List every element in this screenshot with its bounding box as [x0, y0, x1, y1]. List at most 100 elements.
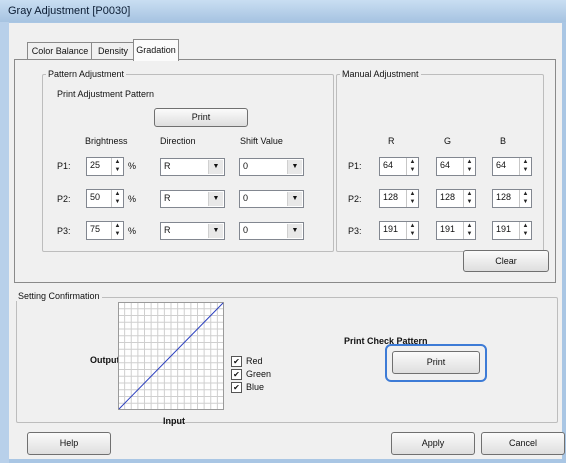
brightness-spinner-p1[interactable]: 25 ▲ ▼: [86, 157, 124, 176]
green-checkbox[interactable]: ✔: [231, 369, 242, 380]
direction-value: R: [164, 225, 171, 235]
red-checkbox[interactable]: ✔: [231, 356, 242, 367]
brightness-value: 50: [90, 192, 101, 202]
apply-button[interactable]: Apply: [391, 432, 475, 455]
manual-adjustment-label: Manual Adjustment: [340, 69, 421, 79]
direction-header: Direction: [160, 136, 196, 146]
b-header: B: [500, 136, 507, 146]
tab-density[interactable]: Density: [91, 42, 135, 60]
chevron-down-icon: ▼: [208, 160, 223, 174]
green-check-label: Green: [246, 369, 272, 379]
print-check-button-label: Print: [426, 357, 446, 367]
window-border: [0, 22, 9, 463]
red-check-label: Red: [246, 356, 263, 366]
brightness-value: 75: [90, 224, 101, 234]
b-value: 191: [496, 224, 512, 234]
b-spinner-p2[interactable]: 128 ▲ ▼: [492, 189, 532, 208]
spinner-arrows-icon[interactable]: ▲ ▼: [406, 190, 418, 207]
b-spinner-p3[interactable]: 191 ▲ ▼: [492, 221, 532, 240]
chevron-down-icon: ▼: [208, 192, 223, 206]
blue-checkbox[interactable]: ✔: [231, 382, 242, 393]
tab-label: Color Balance: [31, 46, 89, 56]
brightness-value: 25: [90, 160, 101, 170]
tab-color-balance[interactable]: Color Balance: [27, 42, 93, 60]
spinner-arrows-icon[interactable]: ▲ ▼: [463, 158, 475, 175]
pattern-adjustment-label: Pattern Adjustment: [46, 69, 127, 79]
manual-row-label: P2:: [348, 194, 362, 204]
b-value: 64: [496, 160, 507, 170]
tab-label: Gradation: [136, 45, 176, 55]
brightness-spinner-p3[interactable]: 75 ▲ ▼: [86, 221, 124, 240]
percent-label: %: [128, 226, 137, 236]
r-value: 191: [383, 224, 399, 234]
chevron-down-icon: ▼: [287, 224, 302, 238]
output-axis-label: Output: [90, 355, 120, 365]
shift-value: 0: [243, 225, 249, 235]
manual-row-label: P1:: [348, 161, 362, 171]
shift-select-p3[interactable]: 0 ▼: [239, 222, 304, 240]
help-button[interactable]: Help: [27, 432, 111, 455]
shift-select-p1[interactable]: 0 ▼: [239, 158, 304, 176]
g-spinner-p1[interactable]: 64 ▲ ▼: [436, 157, 476, 176]
help-button-label: Help: [59, 438, 79, 448]
shift-value: 0: [243, 193, 249, 203]
spinner-arrows-icon[interactable]: ▲ ▼: [463, 222, 475, 239]
spinner-arrows-icon[interactable]: ▲ ▼: [463, 190, 475, 207]
spinner-arrows-icon[interactable]: ▲ ▼: [519, 222, 531, 239]
clear-button[interactable]: Clear: [463, 250, 549, 272]
spinner-arrows-icon[interactable]: ▲ ▼: [406, 158, 418, 175]
print-pattern-button-label: Print: [191, 112, 211, 122]
direction-select-p2[interactable]: R ▼: [160, 190, 225, 208]
brightness-spinner-p2[interactable]: 50 ▲ ▼: [86, 189, 124, 208]
g-spinner-p2[interactable]: 128 ▲ ▼: [436, 189, 476, 208]
checkmark-icon: ✔: [233, 383, 240, 392]
pattern-row-label: P1:: [57, 161, 71, 171]
tab-label: Density: [97, 46, 128, 56]
spinner-arrows-icon[interactable]: ▲ ▼: [519, 190, 531, 207]
print-adjustment-pattern-label: Print Adjustment Pattern: [57, 89, 155, 99]
direction-value: R: [164, 161, 171, 171]
brightness-header: Brightness: [85, 136, 128, 146]
g-value: 64: [440, 160, 451, 170]
r-spinner-p1[interactable]: 64 ▲ ▼: [379, 157, 419, 176]
percent-label: %: [128, 161, 137, 171]
percent-label: %: [128, 194, 137, 204]
spinner-arrows-icon[interactable]: ▲ ▼: [519, 158, 531, 175]
r-spinner-p2[interactable]: 128 ▲ ▼: [379, 189, 419, 208]
spinner-arrows-icon[interactable]: ▲ ▼: [111, 190, 123, 207]
clear-button-label: Clear: [495, 256, 517, 266]
b-spinner-p1[interactable]: 64 ▲ ▼: [492, 157, 532, 176]
direction-select-p3[interactable]: R ▼: [160, 222, 225, 240]
g-value: 128: [440, 192, 456, 202]
g-header: G: [444, 136, 452, 146]
shift-select-p2[interactable]: 0 ▼: [239, 190, 304, 208]
pattern-row-label: P2:: [57, 194, 71, 204]
direction-select-p1[interactable]: R ▼: [160, 158, 225, 176]
spinner-arrows-icon[interactable]: ▲ ▼: [406, 222, 418, 239]
setting-confirmation-label: Setting Confirmation: [16, 291, 102, 301]
b-value: 128: [496, 192, 512, 202]
direction-value: R: [164, 193, 171, 203]
spinner-arrows-icon[interactable]: ▲ ▼: [111, 222, 123, 239]
g-value: 191: [440, 224, 456, 234]
checkmark-icon: ✔: [233, 370, 240, 379]
input-axis-label: Input: [163, 416, 185, 426]
window-title: Gray Adjustment [P0030]: [8, 5, 131, 17]
cancel-button-label: Cancel: [508, 438, 537, 448]
tab-gradation[interactable]: Gradation: [133, 39, 179, 61]
pattern-row-label: P3:: [57, 226, 71, 236]
print-check-button[interactable]: Print: [392, 351, 480, 374]
r-header: R: [388, 136, 395, 146]
shift-value: 0: [243, 161, 249, 171]
chevron-down-icon: ▼: [287, 192, 302, 206]
r-spinner-p3[interactable]: 191 ▲ ▼: [379, 221, 419, 240]
print-pattern-button[interactable]: Print: [154, 108, 248, 127]
shift-value-header: Shift Value: [240, 136, 283, 146]
cancel-button[interactable]: Cancel: [481, 432, 565, 455]
g-spinner-p3[interactable]: 191 ▲ ▼: [436, 221, 476, 240]
spinner-arrows-icon[interactable]: ▲ ▼: [111, 158, 123, 175]
apply-button-label: Apply: [421, 438, 445, 448]
chevron-down-icon: ▼: [208, 224, 223, 238]
manual-row-label: P3:: [348, 226, 362, 236]
chevron-down-icon: ▼: [287, 160, 302, 174]
